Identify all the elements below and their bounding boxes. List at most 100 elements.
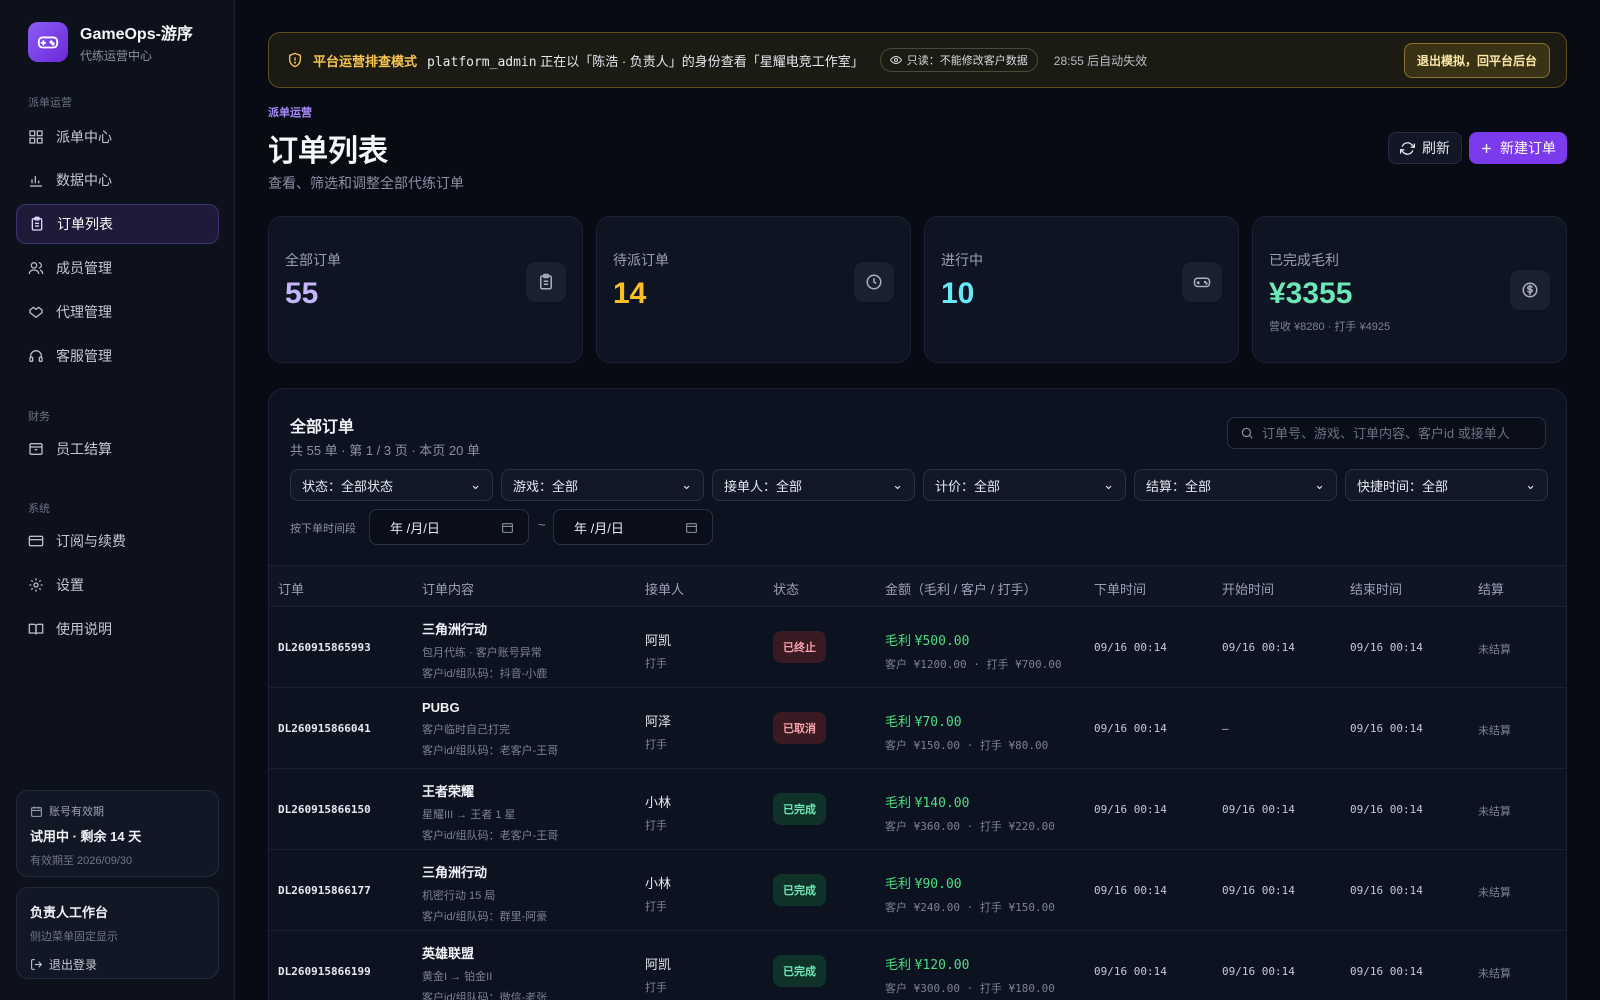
- sidebar-item-label: 订单列表: [57, 216, 113, 232]
- users-icon: [28, 262, 44, 275]
- owner-title: 负责人工作台: [30, 905, 109, 920]
- nav-section-finance: 财务: [28, 411, 50, 423]
- column-header[interactable]: 接单人: [645, 579, 684, 598]
- order-content: 王者荣耀 星耀III → 王者 1 星客户id/组队码：老客户-王哥: [422, 781, 558, 843]
- date-range-label: 按下单时间段: [290, 523, 356, 535]
- column-header[interactable]: 状态: [773, 579, 799, 598]
- brand[interactable]: GameOps-游序 代练运营中心: [28, 20, 193, 64]
- readonly-badge: 只读：不能修改客户数据: [879, 48, 1038, 72]
- sidebar-item-agents[interactable]: 代理管理: [16, 292, 219, 332]
- column-header[interactable]: 开始时间: [1222, 579, 1274, 598]
- end-time: 09/16 00:14: [1350, 722, 1423, 735]
- column-header[interactable]: 结算: [1478, 579, 1504, 598]
- calendar-icon: [502, 522, 513, 533]
- taker-role: 打手: [645, 658, 667, 670]
- margin-prefix: 毛利: [885, 714, 912, 729]
- new-order-button[interactable]: 新建订单: [1469, 132, 1567, 164]
- filter-game[interactable]: 游戏：全部 ⌄: [501, 469, 704, 501]
- expiry-label: 账号有效期: [49, 806, 104, 818]
- column-header[interactable]: 结束时间: [1350, 579, 1402, 598]
- start-time: 09/16 00:14: [1222, 803, 1295, 816]
- filter-quick-time[interactable]: 快捷时间：全部 ⌄: [1345, 469, 1548, 501]
- order-time: 09/16 00:14: [1094, 722, 1167, 735]
- banner-title: 平台运营排查模式: [313, 53, 418, 69]
- impersonation-banner: 平台运营排查模式 platform_admin 正在以「陈浩 · 负责人」的身份…: [268, 32, 1567, 88]
- end-time: 09/16 00:14: [1350, 803, 1423, 816]
- refresh-icon: [1400, 141, 1415, 155]
- margin-value: ¥90.00: [914, 877, 962, 892]
- sidebar-item-order-list[interactable]: 订单列表: [16, 204, 219, 244]
- order-id[interactable]: DL260915866177: [278, 884, 371, 897]
- column-header[interactable]: 下单时间: [1094, 579, 1146, 598]
- chevron-down-icon: ⌄: [1525, 477, 1536, 492]
- clipboard-icon: [31, 216, 43, 231]
- filter-label: 计价：全部: [935, 478, 1001, 494]
- sidebar-item-support[interactable]: 客服管理: [16, 336, 219, 376]
- chevron-down-icon: ⌄: [681, 477, 692, 492]
- sidebar-item-settlement[interactable]: 员工结算: [16, 429, 219, 469]
- calendar-icon: [31, 806, 42, 817]
- end-time: 09/16 00:14: [1350, 884, 1423, 897]
- order-id[interactable]: DL260915866041: [278, 722, 371, 735]
- date-separator: ~: [538, 517, 546, 532]
- order-desc: 包月代练 · 客户账号异常: [422, 647, 542, 659]
- refresh-button[interactable]: 刷新: [1388, 132, 1462, 164]
- table-row[interactable]: DL260915866041 PUBG 客户临时自己打完 客户id/组队码：老客户-王…: [269, 688, 1566, 769]
- column-header[interactable]: 订单内容: [422, 579, 474, 598]
- search-input[interactable]: [1262, 425, 1532, 441]
- nav-section-dispatch: 派单运营: [28, 97, 72, 109]
- order-customer: 客户id/组队码：微信-老张: [422, 992, 548, 1000]
- table-row[interactable]: DL260915866199 英雄联盟 黄金I → 铂金II 客户id/组队码：微信-…: [269, 931, 1566, 1000]
- order-taker: 阿凯 打手: [645, 630, 671, 671]
- gamepad-icon: [1182, 262, 1222, 302]
- taker-role: 打手: [645, 982, 667, 994]
- filter-settlement[interactable]: 结算：全部 ⌄: [1134, 469, 1337, 501]
- table-row[interactable]: DL260915865993 三角洲行动 包月代练 · 客户账号异常 客户id/组队码…: [269, 607, 1566, 688]
- page-subtitle: 查看、筛选和调整全部代练订单: [268, 175, 464, 191]
- order-id[interactable]: DL260915865993: [278, 641, 371, 654]
- margin-value: ¥140.00: [914, 796, 970, 811]
- chevron-down-icon: ⌄: [1103, 477, 1114, 492]
- date-end-input[interactable]: 年 /月/日: [553, 509, 713, 545]
- margin-value: ¥120.00: [914, 958, 970, 973]
- table-row[interactable]: DL260915866177 三角洲行动 机密行动 15 局客户id/组队码：群里-…: [269, 850, 1566, 931]
- table-row[interactable]: DL260915866150 王者荣耀 星耀III → 王者 1 星客户id/组队码…: [269, 769, 1566, 850]
- order-amount: 毛利 ¥500.00 客户 ¥1200.00 · 打手 ¥700.00: [885, 630, 1061, 672]
- sidebar-item-label: 订阅与续费: [56, 533, 126, 549]
- stat-card-in-progress: 进行中 10: [924, 216, 1239, 363]
- exit-impersonation-button[interactable]: 退出模拟，回平台后台: [1403, 42, 1550, 78]
- new-order-label: 新建订单: [1500, 140, 1556, 156]
- breadcrumb: 派单运营: [268, 107, 312, 119]
- clipboard-icon: [526, 262, 566, 302]
- column-header[interactable]: 订单: [278, 579, 304, 598]
- nav-section-system: 系统: [28, 503, 50, 515]
- order-taker: 小林 打手: [645, 873, 671, 914]
- sidebar-item-settings[interactable]: 设置: [16, 565, 219, 605]
- bar-chart-icon: [30, 176, 42, 187]
- order-content: 英雄联盟 黄金I → 铂金II 客户id/组队码：微信-老张: [422, 943, 547, 1000]
- sidebar-item-help[interactable]: 使用说明: [16, 609, 219, 649]
- filter-pricing[interactable]: 计价：全部 ⌄: [923, 469, 1126, 501]
- filter-status[interactable]: 状态：全部状态 ⌄: [290, 469, 493, 501]
- logout-button[interactable]: 退出登录: [30, 956, 205, 973]
- sidebar-item-data-center[interactable]: 数据中心: [16, 160, 219, 200]
- order-customer: 客户id/组队码：抖音-小鹿: [422, 668, 548, 680]
- order-time: 09/16 00:14: [1094, 884, 1167, 897]
- column-header[interactable]: 金额（毛利 / 客户 / 打手）: [885, 579, 1037, 598]
- order-id[interactable]: DL260915866199: [278, 965, 371, 978]
- page-title: 订单列表: [268, 135, 388, 168]
- settle-status: 未结算: [1478, 968, 1511, 980]
- amount-detail: 客户 ¥1200.00 · 打手 ¥700.00: [885, 658, 1062, 671]
- order-id[interactable]: DL260915866150: [278, 803, 371, 816]
- order-time: 09/16 00:14: [1094, 641, 1167, 654]
- date-start-input[interactable]: 年 /月/日: [369, 509, 529, 545]
- sidebar-item-members[interactable]: 成员管理: [16, 248, 219, 288]
- sidebar-item-subscription[interactable]: 订阅与续费: [16, 521, 219, 561]
- sidebar-item-label: 成员管理: [56, 260, 112, 276]
- margin-prefix: 毛利: [885, 633, 912, 648]
- filter-taker[interactable]: 接单人：全部 ⌄: [712, 469, 915, 501]
- amount-detail: 客户 ¥300.00 · 打手 ¥180.00: [885, 982, 1055, 995]
- start-time: 09/16 00:14: [1222, 965, 1295, 978]
- filter-label: 接单人：全部: [724, 478, 803, 494]
- sidebar-item-dispatch-center[interactable]: 派单中心: [16, 117, 219, 157]
